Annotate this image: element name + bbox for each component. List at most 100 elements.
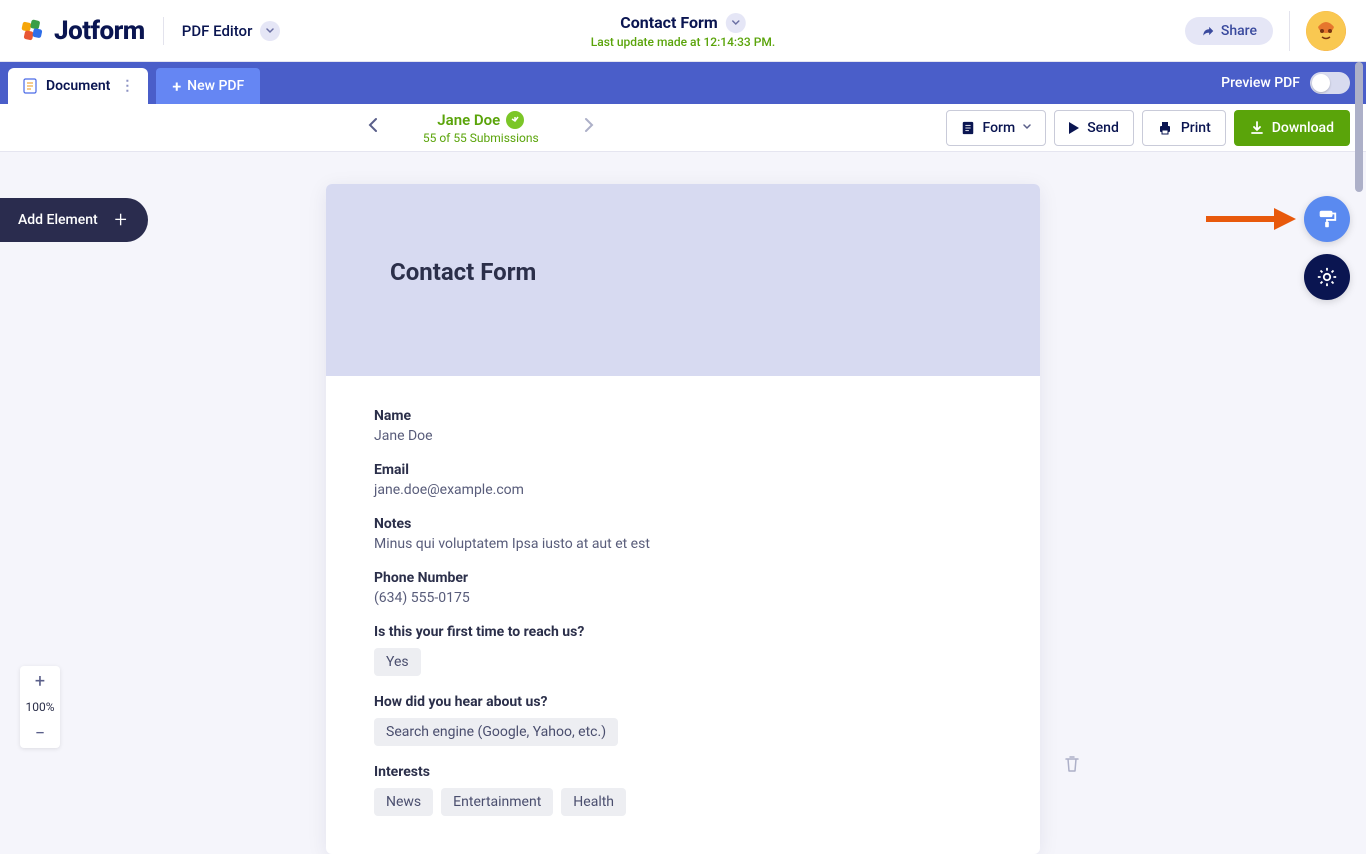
print-button[interactable]: Print bbox=[1142, 110, 1226, 146]
tab-menu-kebab[interactable]: ⋮ bbox=[120, 84, 134, 88]
send-btn-label: Send bbox=[1087, 120, 1119, 136]
tab-document-label: Document bbox=[46, 78, 110, 94]
chevron-down-icon bbox=[1023, 122, 1031, 133]
page-body: Name Jane Doe Email jane.doe@example.com Not… bbox=[326, 376, 1040, 854]
zoom-in-button[interactable]: + bbox=[20, 666, 60, 696]
document-title[interactable]: Contact Form bbox=[591, 13, 775, 33]
preview-pdf-label: Preview PDF bbox=[1221, 75, 1300, 91]
preview-toggle[interactable] bbox=[1310, 72, 1350, 94]
field-value: Jane Doe bbox=[374, 428, 992, 444]
new-pdf-label: New PDF bbox=[187, 78, 244, 94]
page-wrapper: Contact Form Name Jane Doe Email jane.doe@e… bbox=[326, 184, 1040, 768]
field-value: jane.doe@example.com bbox=[374, 482, 992, 498]
send-button[interactable]: Send bbox=[1054, 110, 1134, 146]
pdf-page[interactable]: Contact Form Name Jane Doe Email jane.doe@e… bbox=[326, 184, 1040, 854]
document-title-text: Contact Form bbox=[620, 13, 718, 32]
scrollbar-thumb[interactable] bbox=[1355, 62, 1363, 192]
verified-badge-icon bbox=[506, 111, 524, 129]
field-label: Email bbox=[374, 462, 992, 478]
form-btn-label: Form bbox=[983, 120, 1016, 136]
next-submission-button[interactable] bbox=[579, 117, 599, 138]
form-field[interactable]: Interests News Entertainment Health bbox=[374, 764, 992, 816]
form-dropdown-button[interactable]: Form bbox=[946, 110, 1047, 146]
last-update-text: Last update made at 12:14:33 PM. bbox=[591, 35, 775, 49]
add-element-label: Add Element bbox=[18, 212, 98, 228]
fields-container: Name Jane Doe Email jane.doe@example.com Not… bbox=[374, 408, 992, 816]
download-button[interactable]: Download bbox=[1234, 110, 1350, 146]
chevron-down-icon bbox=[260, 21, 280, 41]
zoom-level: 100% bbox=[20, 696, 60, 718]
field-label: Phone Number bbox=[374, 570, 992, 586]
form-title: Contact Form bbox=[370, 232, 996, 286]
gear-icon bbox=[1316, 266, 1338, 288]
field-label: Is this your first time to reach us? bbox=[374, 624, 992, 640]
chip: Entertainment bbox=[441, 788, 553, 816]
download-btn-label: Download bbox=[1272, 120, 1334, 136]
pdf-editor-dropdown[interactable]: PDF Editor bbox=[182, 21, 281, 41]
zoom-controls: + 100% − bbox=[20, 666, 60, 748]
jotform-logo-icon bbox=[20, 18, 46, 44]
chip: News bbox=[374, 788, 433, 816]
add-element-button[interactable]: Add Element + bbox=[0, 198, 148, 242]
toolbar-actions: Form Send Print Download bbox=[946, 110, 1350, 146]
form-field[interactable]: Email jane.doe@example.com bbox=[374, 462, 992, 498]
field-value: Minus qui voluptatem Ipsa iusto at aut e… bbox=[374, 536, 992, 552]
send-icon bbox=[1069, 122, 1079, 134]
plus-icon: + bbox=[172, 77, 181, 96]
brand-text: Jotform bbox=[54, 16, 145, 46]
field-label: Notes bbox=[374, 516, 992, 532]
form-icon bbox=[961, 121, 975, 135]
field-label: Name bbox=[374, 408, 992, 424]
tab-document[interactable]: Document ⋮ bbox=[8, 68, 148, 104]
form-field[interactable]: Is this your first time to reach us? Yes bbox=[374, 624, 992, 676]
field-label: Interests bbox=[374, 764, 992, 780]
form-field[interactable]: Notes Minus qui voluptatem Ipsa iusto at … bbox=[374, 516, 992, 552]
user-avatar[interactable] bbox=[1306, 11, 1346, 51]
settings-button[interactable] bbox=[1304, 254, 1350, 300]
form-field[interactable]: How did you hear about us? Search engine … bbox=[374, 694, 992, 746]
prev-submission-button[interactable] bbox=[363, 117, 383, 138]
form-field[interactable]: Phone Number (634) 555-0175 bbox=[374, 570, 992, 606]
submission-count: 55 of 55 Submissions bbox=[423, 131, 539, 145]
chevron-down-icon bbox=[726, 13, 746, 33]
download-icon bbox=[1250, 121, 1264, 135]
submission-nav: Jane Doe 55 of 55 Submissions bbox=[16, 111, 946, 145]
submission-toolbar: Jane Doe 55 of 55 Submissions Form Send … bbox=[0, 104, 1366, 152]
new-pdf-button[interactable]: + New PDF bbox=[156, 68, 260, 104]
field-value: (634) 555-0175 bbox=[374, 590, 992, 606]
preview-pdf-toggle-group: Preview PDF bbox=[1221, 72, 1366, 94]
vertical-scrollbar[interactable] bbox=[1354, 0, 1364, 768]
divider bbox=[163, 17, 164, 45]
top-right-group: Share bbox=[1185, 11, 1346, 51]
chip-group: News Entertainment Health bbox=[374, 784, 992, 816]
document-icon bbox=[22, 78, 38, 94]
delete-page-button[interactable] bbox=[1062, 754, 1082, 774]
plus-icon: + bbox=[110, 209, 132, 231]
share-label: Share bbox=[1221, 23, 1257, 39]
chip-group: Search engine (Google, Yahoo, etc.) bbox=[374, 714, 992, 746]
submission-name: Jane Doe bbox=[437, 111, 500, 129]
divider bbox=[1289, 11, 1290, 51]
chip: Search engine (Google, Yahoo, etc.) bbox=[374, 718, 618, 746]
field-label: How did you hear about us? bbox=[374, 694, 992, 710]
pdf-editor-label-text: PDF Editor bbox=[182, 22, 253, 40]
side-tools bbox=[1304, 196, 1350, 300]
document-title-group: Contact Form Last update made at 12:14:3… bbox=[591, 13, 775, 49]
page-header-block[interactable]: Contact Form bbox=[326, 184, 1040, 376]
chip: Health bbox=[561, 788, 626, 816]
chip: Yes bbox=[374, 648, 421, 676]
brand-logo[interactable]: Jotform bbox=[20, 16, 145, 46]
canvas: Add Element + Contact Form Name Jane Doe E… bbox=[0, 152, 1366, 768]
form-field[interactable]: Name Jane Doe bbox=[374, 408, 992, 444]
chip-group: Yes bbox=[374, 644, 992, 676]
paint-roller-button[interactable] bbox=[1304, 196, 1350, 242]
print-icon bbox=[1157, 120, 1173, 136]
zoom-out-button[interactable]: − bbox=[20, 718, 60, 748]
share-button[interactable]: Share bbox=[1185, 17, 1273, 45]
submission-info[interactable]: Jane Doe 55 of 55 Submissions bbox=[423, 111, 539, 145]
print-btn-label: Print bbox=[1181, 120, 1211, 136]
share-icon bbox=[1201, 24, 1215, 38]
top-header: Jotform PDF Editor Contact Form Last upd… bbox=[0, 0, 1366, 62]
callout-arrow bbox=[1206, 206, 1296, 236]
tab-bar: Document ⋮ + New PDF Preview PDF bbox=[0, 62, 1366, 104]
